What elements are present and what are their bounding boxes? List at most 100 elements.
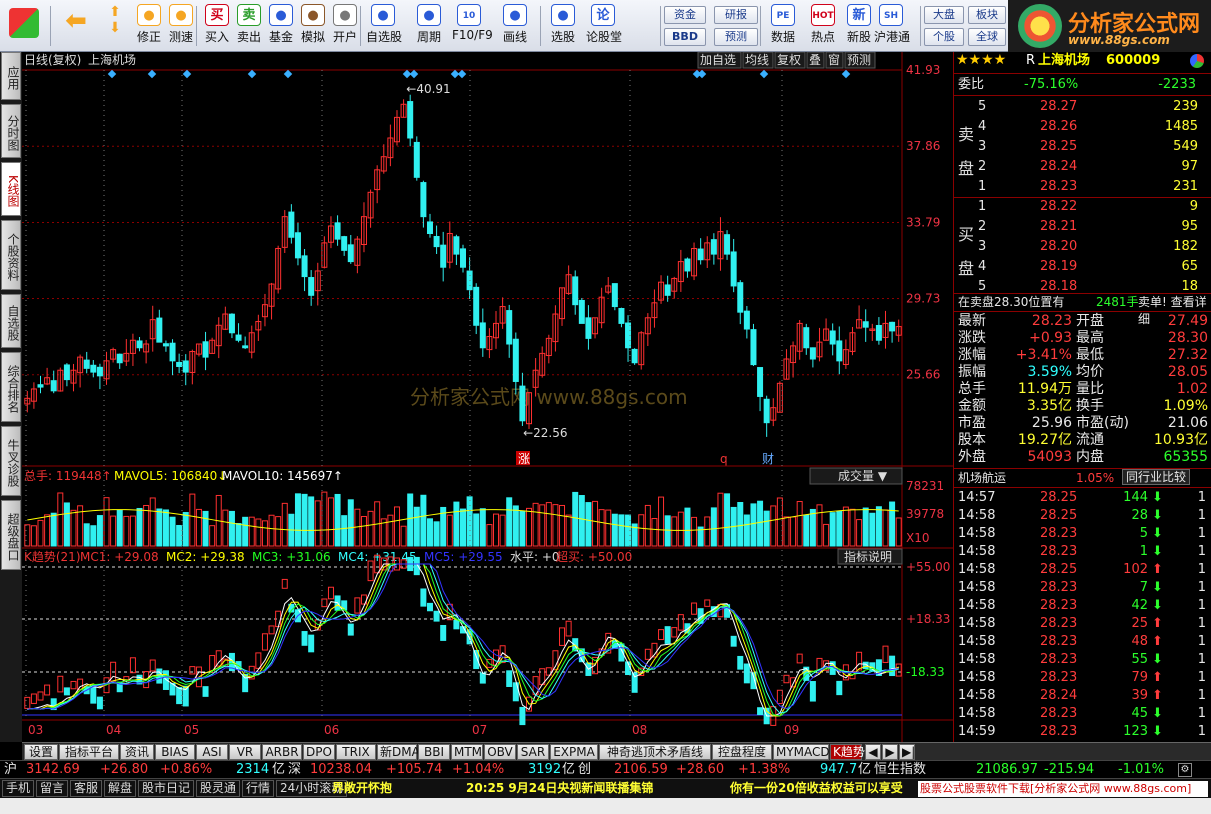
- big-order-notice[interactable]: 在卖盘28.30位置有 2481手 卖单! 查看详细: [954, 294, 1211, 326]
- toolbar-button-9[interactable]: 10 F10/F9: [452, 4, 493, 48]
- toolbar-button-6[interactable]: ● 开户: [328, 4, 362, 48]
- indicator-tab-18[interactable]: K趋势: [830, 744, 865, 760]
- arrow-down-icon: ⬇: [1152, 706, 1163, 721]
- left-tab-0[interactable]: 应用: [1, 52, 21, 100]
- news-ticker-2[interactable]: 20:25 9月24日央视新闻联播集锦: [466, 779, 653, 797]
- news-ticker-3[interactable]: 你有一份20倍收益权益可以享受: [730, 779, 903, 797]
- indicator-tab-11[interactable]: MTM: [451, 744, 483, 760]
- indicator-tab-7[interactable]: DPO: [303, 744, 335, 760]
- yuce-button[interactable]: 预测: [714, 28, 758, 46]
- sell-level-1[interactable]: 1 28.23 231: [954, 178, 1211, 196]
- indicator-help-button[interactable]: 指标说明: [844, 549, 892, 564]
- left-tab-5[interactable]: 综合排名: [1, 352, 21, 422]
- toolbar-button-15[interactable]: 新新股: [842, 4, 876, 48]
- bankuai-button[interactable]: 板块: [968, 6, 1006, 24]
- tab-scroll-icon[interactable]: ◀: [865, 744, 881, 760]
- indicator-tab-8[interactable]: TRIX: [336, 744, 376, 760]
- indicator-tab-5[interactable]: VR: [229, 744, 261, 760]
- toolbar-button-3[interactable]: 卖卖出: [232, 4, 266, 48]
- status-item-4[interactable]: 股市日记: [138, 780, 195, 797]
- indicator-tab-12[interactable]: OBV: [484, 744, 516, 760]
- status-item-3[interactable]: 解盘: [104, 780, 137, 797]
- volume-bar: [875, 506, 882, 547]
- volume-unit-select[interactable]: 成交量 ▼: [838, 468, 888, 483]
- status-item-2[interactable]: 客服: [70, 780, 103, 797]
- toolbar-button-8[interactable]: ● 周期: [412, 4, 446, 48]
- chart-top-button-0[interactable]: 加自选: [697, 52, 742, 69]
- left-tab-4[interactable]: 自选股: [1, 294, 21, 348]
- pie-icon[interactable]: [1190, 54, 1204, 68]
- sz-index-pct: +1.04%: [452, 762, 505, 777]
- toolbar-button-10[interactable]: ● 画线: [498, 4, 532, 48]
- quanqiu-button[interactable]: 全球: [968, 28, 1006, 46]
- indicator-tab-16[interactable]: 控盘程度: [712, 744, 772, 760]
- toolbar-button-5[interactable]: ● 模拟: [296, 4, 330, 48]
- gegu-button[interactable]: 个股: [924, 28, 964, 46]
- indicator-tab-17[interactable]: MYMACD: [773, 744, 830, 760]
- left-tab-1[interactable]: 分时图: [1, 104, 21, 158]
- tick-row: 14:58 28.23 7 ⬇ 1: [958, 580, 1206, 595]
- toolbar-button-16[interactable]: SH 沪港通: [874, 4, 910, 48]
- tab-scroll-icon[interactable]: ▶|: [899, 744, 915, 760]
- buy-level-2[interactable]: 2 28.21 95: [954, 218, 1211, 236]
- kline-chart[interactable]: 日线(复权) 上海机场 加自选 均线 复权叠窗预测分析家公式网 www.88gs.com…: [22, 52, 953, 742]
- home-button[interactable]: [4, 4, 44, 48]
- toolbar-button-13[interactable]: PE 数据: [766, 4, 800, 48]
- buy-level-1[interactable]: 1 28.22 9: [954, 198, 1211, 216]
- indicator-tab-2[interactable]: 资讯: [120, 744, 154, 760]
- sell-level-3[interactable]: 3 28.25 549: [954, 138, 1211, 156]
- yanbao-button[interactable]: 研报: [714, 6, 758, 24]
- indicator-tab-13[interactable]: SAR: [517, 744, 549, 760]
- tab-scroll-icon[interactable]: ▶: [882, 744, 898, 760]
- month-label: 03: [28, 723, 43, 737]
- left-tab-3[interactable]: 个股资料: [1, 220, 21, 290]
- indicator-tab-15[interactable]: 神奇逃顶术矛盾线: [599, 744, 711, 760]
- buy-level-3[interactable]: 3 28.20 182: [954, 238, 1211, 256]
- tick-row: 14:58 28.25 28 ⬇ 1: [958, 508, 1206, 523]
- price-tick: 29.73: [906, 291, 940, 305]
- chart-top-button-5[interactable]: 预测: [844, 52, 876, 69]
- chart-top-button-3[interactable]: 叠: [806, 52, 825, 69]
- toolbar-button-1[interactable]: ● 测速: [164, 4, 198, 48]
- toolbar-button-7[interactable]: ● 自选股: [366, 4, 402, 48]
- indicator-over: 超买: +50.00: [556, 549, 632, 564]
- status-item-1[interactable]: 留言: [36, 780, 69, 797]
- indicator-tab-3[interactable]: BIAS: [155, 744, 195, 760]
- chart-top-button-4[interactable]: 窗: [825, 52, 844, 69]
- left-tab-2[interactable]: K线图: [1, 162, 21, 216]
- lock-icon: ●: [333, 4, 357, 26]
- indicator-tab-4[interactable]: ASI: [196, 744, 228, 760]
- toolbar-button-0[interactable]: ● 修正: [132, 4, 166, 48]
- indicator-candle: [433, 610, 440, 622]
- indicator-tab-10[interactable]: BBI: [418, 744, 450, 760]
- left-tab-6[interactable]: 牛叉诊股: [1, 426, 21, 496]
- chart-top-button-2[interactable]: 复权: [774, 52, 806, 69]
- toolbar-button-14[interactable]: HOT 热点: [806, 4, 840, 48]
- indicator-tab-1[interactable]: 指标平台: [59, 744, 119, 760]
- status-item-0[interactable]: 手机: [2, 780, 35, 797]
- indicator-tab-9[interactable]: 新DMA: [377, 744, 420, 760]
- back-button[interactable]: ⬅: [56, 4, 96, 48]
- bbd-button[interactable]: BBD: [664, 28, 706, 46]
- sell-level-5[interactable]: 5 28.27 239: [954, 98, 1211, 116]
- indicator-tab-6[interactable]: ARBR: [262, 744, 302, 760]
- download-link[interactable]: 股票公式股票软件下载[分析家公式网 www.88gs.com]: [918, 781, 1208, 797]
- toolbar-separator: [540, 6, 541, 46]
- toolbar-button-2[interactable]: 买买入: [200, 4, 234, 48]
- settings-icon[interactable]: ⚙: [1178, 763, 1192, 777]
- sell-level-2[interactable]: 2 28.24 97: [954, 158, 1211, 176]
- left-tab-7[interactable]: 超级盘口: [1, 500, 21, 570]
- sell-level-4[interactable]: 4 28.26 1485: [954, 118, 1211, 136]
- buy-level-4[interactable]: 4 28.19 65: [954, 258, 1211, 276]
- toolbar-button-4[interactable]: ● 基金: [264, 4, 298, 48]
- zijin-button[interactable]: 资金: [664, 6, 706, 24]
- status-item-6[interactable]: 行情: [242, 780, 275, 797]
- indicator-tab-0[interactable]: 设置: [24, 744, 58, 760]
- status-item-5[interactable]: 股灵通: [196, 780, 241, 797]
- dapan-button[interactable]: 大盘: [924, 6, 964, 24]
- chart-top-button-1[interactable]: 均线: [742, 52, 774, 69]
- toolbar-button-11[interactable]: ● 选股: [546, 4, 580, 48]
- up-down-button[interactable]: ⬆ ⬇: [100, 4, 130, 48]
- industry-compare-button[interactable]: 同行业比较: [1122, 469, 1190, 485]
- indicator-tab-14[interactable]: EXPMA: [550, 744, 598, 760]
